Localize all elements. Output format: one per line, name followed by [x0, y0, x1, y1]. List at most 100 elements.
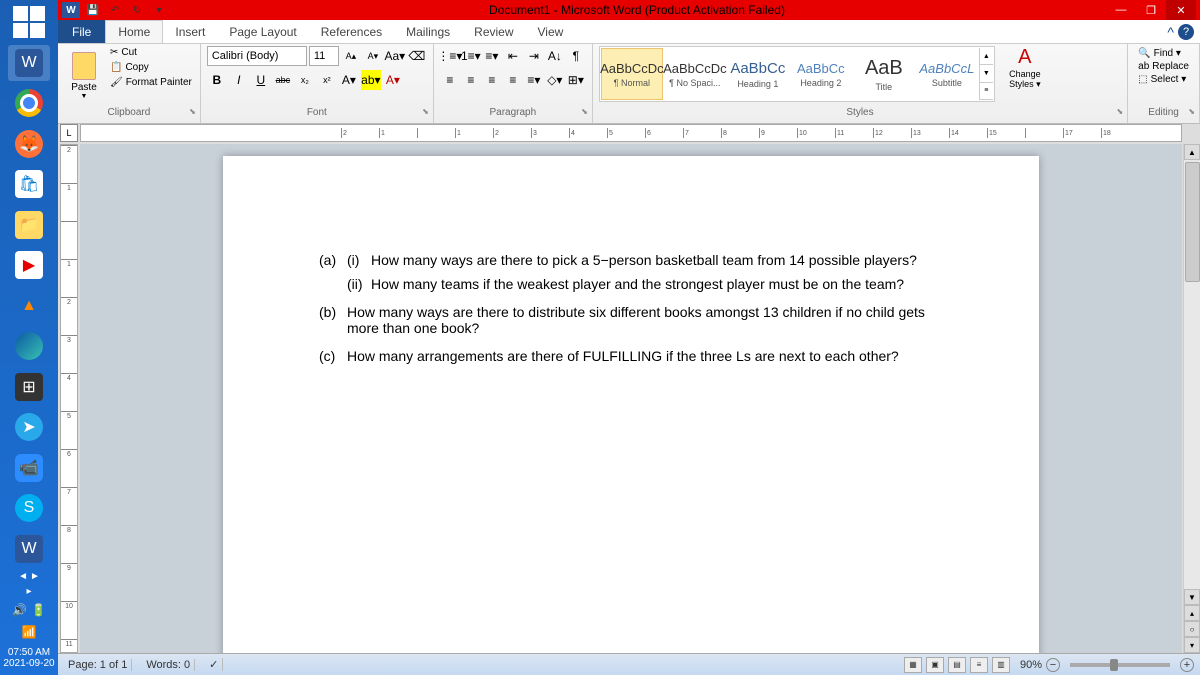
next-page-button[interactable]: ▾ [1184, 637, 1200, 653]
taskbar-word-active[interactable]: W [8, 45, 50, 82]
style-subtitle[interactable]: AaBbCcLSubtitle [916, 48, 978, 100]
replace-button[interactable]: abReplace [1138, 61, 1189, 72]
vertical-ruler[interactable]: 211234567891011121314 [60, 144, 78, 653]
bullets-button[interactable]: ⋮≡▾ [440, 46, 460, 66]
taskbar-explorer[interactable]: 📁 [8, 207, 50, 244]
view-draft[interactable]: ▥ [992, 657, 1010, 673]
tab-page-layout[interactable]: Page Layout [217, 20, 308, 43]
strikethrough-button[interactable]: abc [273, 70, 293, 90]
view-web-layout[interactable]: ▤ [948, 657, 966, 673]
align-right-button[interactable]: ≡ [482, 70, 502, 90]
line-spacing-button[interactable]: ≡▾ [524, 70, 544, 90]
group-label-clipboard[interactable]: Clipboard [64, 107, 194, 121]
view-print-layout[interactable]: ▦ [904, 657, 922, 673]
taskbar-edge[interactable] [8, 328, 50, 365]
change-styles-button[interactable]: A Change Styles ▾ [1003, 46, 1047, 90]
taskbar-store[interactable]: 🛍 [8, 166, 50, 203]
style-heading2[interactable]: AaBbCcHeading 2 [790, 48, 852, 100]
qat-word-icon[interactable]: W [62, 2, 80, 18]
zoom-slider-thumb[interactable] [1110, 659, 1118, 671]
change-case-button[interactable]: Aa▾ [385, 46, 405, 66]
taskbar-zoom[interactable]: 📹 [8, 450, 50, 487]
style-heading1[interactable]: AaBbCcHeading 1 [727, 48, 789, 100]
text-effects-button[interactable]: A▾ [339, 70, 359, 90]
clear-formatting-button[interactable]: ⌫ [407, 46, 427, 66]
zoom-slider[interactable] [1070, 663, 1170, 667]
minimize-button[interactable]: — [1106, 0, 1136, 20]
align-left-button[interactable]: ≡ [440, 70, 460, 90]
styles-gallery-spinner[interactable]: ▲▼≡ [979, 48, 993, 100]
taskbar-telegram[interactable]: ➤ [8, 409, 50, 446]
font-color-button[interactable]: A▾ [383, 70, 403, 90]
maximize-button[interactable]: ❐ [1136, 0, 1166, 20]
bold-button[interactable]: B [207, 70, 227, 90]
tab-selector[interactable]: L [60, 124, 78, 142]
superscript-button[interactable]: x² [317, 70, 337, 90]
browse-object-button[interactable]: ○ [1184, 621, 1200, 637]
taskbar-firefox[interactable]: 🦊 [8, 126, 50, 163]
tab-review[interactable]: Review [462, 20, 525, 43]
taskbar-word[interactable]: W [8, 531, 50, 568]
grow-font-button[interactable]: A▴ [341, 46, 361, 66]
qat-undo-button[interactable]: ↶ [106, 2, 124, 18]
zoom-level[interactable]: 90% [1020, 659, 1042, 671]
taskbar-video[interactable]: ▶ [8, 247, 50, 284]
decrease-indent-button[interactable]: ⇤ [503, 46, 523, 66]
taskbar-vlc[interactable]: ▲ [8, 288, 50, 325]
highlight-button[interactable]: ab▾ [361, 70, 381, 90]
start-button[interactable] [8, 4, 50, 41]
align-center-button[interactable]: ≡ [461, 70, 481, 90]
cut-button[interactable]: ✂Cut [108, 46, 194, 59]
tray-date[interactable]: 2021-09-20 [2, 658, 56, 669]
show-marks-button[interactable]: ¶ [566, 46, 586, 66]
italic-button[interactable]: I [229, 70, 249, 90]
text-aii[interactable]: How many teams if the weakest player and… [371, 276, 904, 292]
taskbar-scroll[interactable]: ◄► [0, 571, 58, 582]
tab-home[interactable]: Home [105, 20, 163, 43]
style-no-spacing[interactable]: AaBbCcDc¶ No Spaci... [664, 48, 726, 100]
style-title[interactable]: AaBTitle [853, 48, 915, 100]
vertical-scrollbar[interactable]: ▲ ▼ ▴ ○ ▾ [1183, 144, 1200, 653]
text-ai[interactable]: How many ways are there to pick a 5−pers… [371, 252, 917, 268]
taskbar-expand[interactable]: ▸ [0, 586, 58, 597]
underline-button[interactable]: U [251, 70, 271, 90]
text-c[interactable]: How many arrangements are there of FULFI… [347, 348, 899, 364]
tray-time[interactable]: 07:50 AM [2, 647, 56, 658]
tab-view[interactable]: View [526, 20, 576, 43]
group-label-font[interactable]: Font [207, 107, 427, 121]
status-proofing-icon[interactable]: ✓ [205, 658, 223, 671]
multilevel-list-button[interactable]: ≡▾ [482, 46, 502, 66]
tray-battery-icon[interactable]: 🔋 [31, 603, 46, 617]
close-button[interactable]: ✕ [1166, 0, 1196, 20]
tab-file[interactable]: File [58, 20, 105, 43]
scroll-down-button[interactable]: ▼ [1184, 589, 1200, 605]
borders-button[interactable]: ⊞▾ [566, 70, 586, 90]
zoom-in-button[interactable]: + [1180, 658, 1194, 672]
scroll-up-button[interactable]: ▲ [1184, 144, 1200, 160]
prev-page-button[interactable]: ▴ [1184, 605, 1200, 621]
zoom-out-button[interactable]: − [1046, 658, 1060, 672]
numbering-button[interactable]: 1≡▾ [461, 46, 481, 66]
qat-customize[interactable]: ▾ [150, 2, 168, 18]
text-b[interactable]: How many ways are there to distribute si… [347, 304, 943, 336]
status-page[interactable]: Page: 1 of 1 [64, 659, 132, 671]
group-label-styles[interactable]: Styles [599, 107, 1121, 121]
qat-redo-button[interactable]: ↻ [128, 2, 146, 18]
taskbar-chrome[interactable] [8, 85, 50, 122]
tab-insert[interactable]: Insert [163, 20, 217, 43]
copy-button[interactable]: 📋Copy [108, 61, 194, 74]
taskbar-app1[interactable]: ⊞ [8, 369, 50, 406]
font-size-select[interactable] [309, 46, 339, 66]
tab-references[interactable]: References [309, 20, 394, 43]
tray-volume-icon[interactable]: 🔊 [12, 603, 27, 617]
increase-indent-button[interactable]: ⇥ [524, 46, 544, 66]
style-normal[interactable]: AaBbCcDc¶ Normal [601, 48, 663, 100]
horizontal-ruler[interactable]: 211234567891011121314151718 [80, 124, 1182, 142]
scroll-thumb[interactable] [1185, 162, 1200, 282]
qat-save-icon[interactable]: 💾 [84, 2, 102, 18]
subscript-button[interactable]: x₂ [295, 70, 315, 90]
ribbon-minimize-icon[interactable]: ^ [1167, 24, 1174, 40]
format-painter-button[interactable]: 🖌Format Painter [108, 76, 194, 89]
find-button[interactable]: 🔍Find ▾ [1138, 48, 1189, 59]
document-scroll[interactable]: (a) (i) How many ways are there to pick … [80, 144, 1182, 653]
